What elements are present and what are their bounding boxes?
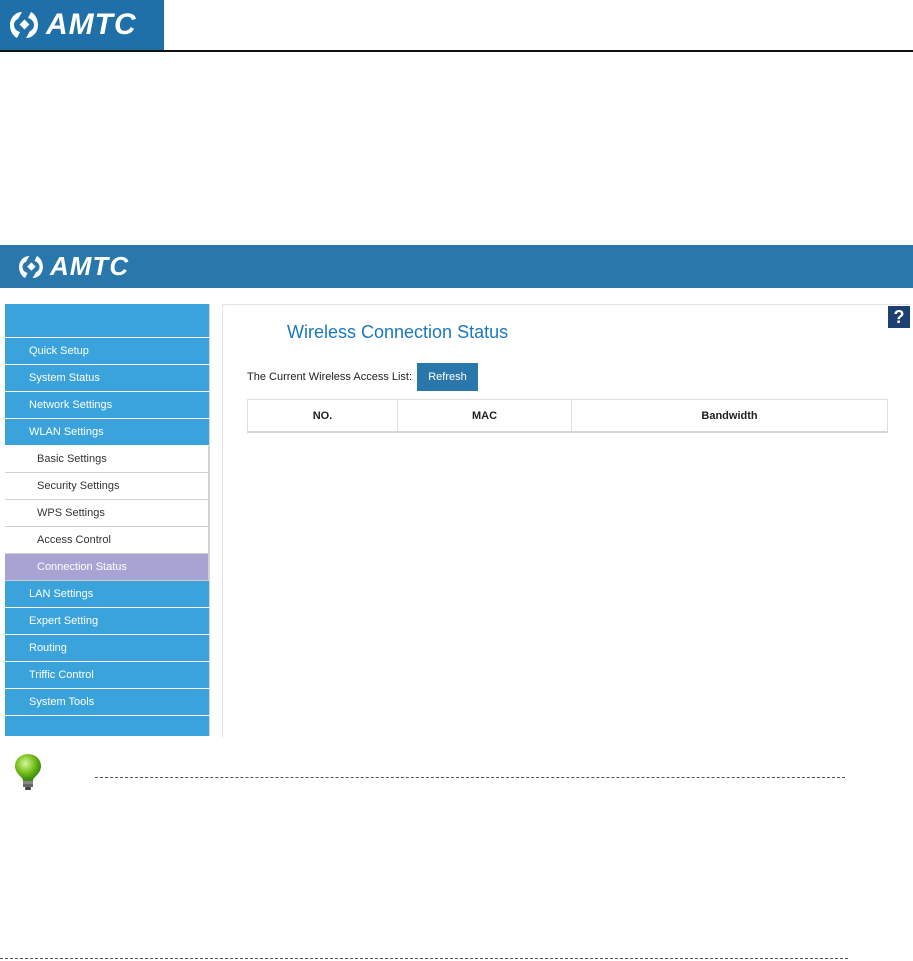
sidebar-item-access-control[interactable]: Access Control [5,527,209,554]
amtc-logo-icon [19,255,43,278]
sidebar: Quick Setup System Status Network Settin… [5,304,210,736]
column-header-no: NO. [247,399,398,433]
page-title: Wireless Connection Status [287,322,509,342]
sidebar-item-routing[interactable]: Routing [5,635,209,662]
lightbulb-icon [15,754,41,790]
header-divider [0,50,913,52]
sidebar-item-network-settings[interactable]: Network Settings [5,392,209,419]
sidebar-item-basic-settings[interactable]: Basic Settings [5,446,209,473]
help-icon[interactable]: ? [888,306,910,328]
column-header-bandwidth: Bandwidth [571,399,888,433]
sidebar-spacer [5,304,209,338]
sidebar-item-expert-setting[interactable]: Expert Setting [5,608,209,635]
router-banner: AMTC [0,245,913,288]
sidebar-item-system-status[interactable]: System Status [5,365,209,392]
sidebar-item-wps-settings[interactable]: WPS Settings [5,500,209,527]
access-list-label: The Current Wireless Access List: [247,371,413,383]
brand-name: AMTC [46,8,137,41]
main-content: Wireless Connection Status ? The Current… [222,304,911,737]
sidebar-item-wlan-settings[interactable]: WLAN Settings [5,419,209,446]
refresh-button[interactable]: Refresh [417,363,478,391]
sidebar-item-system-tools[interactable]: System Tools [5,689,209,716]
sidebar-item-quick-setup[interactable]: Quick Setup [5,338,209,365]
table-header-row: NO. MAC Bandwidth [247,399,888,433]
document-logo: AMTC [0,0,164,50]
sidebar-item-security-settings[interactable]: Security Settings [5,473,209,500]
banner-brand-name: AMTC [50,251,130,281]
tip-divider-bottom [0,958,848,959]
sidebar-item-traffic-control[interactable]: Triffic Control [5,662,209,689]
sidebar-item-lan-settings[interactable]: LAN Settings [5,581,209,608]
connection-table: NO. MAC Bandwidth [247,399,888,433]
amtc-logo-icon [10,12,38,38]
column-header-mac: MAC [397,399,572,433]
sidebar-item-connection-status[interactable]: Connection Status [5,554,209,581]
tip-divider-top [95,777,845,778]
